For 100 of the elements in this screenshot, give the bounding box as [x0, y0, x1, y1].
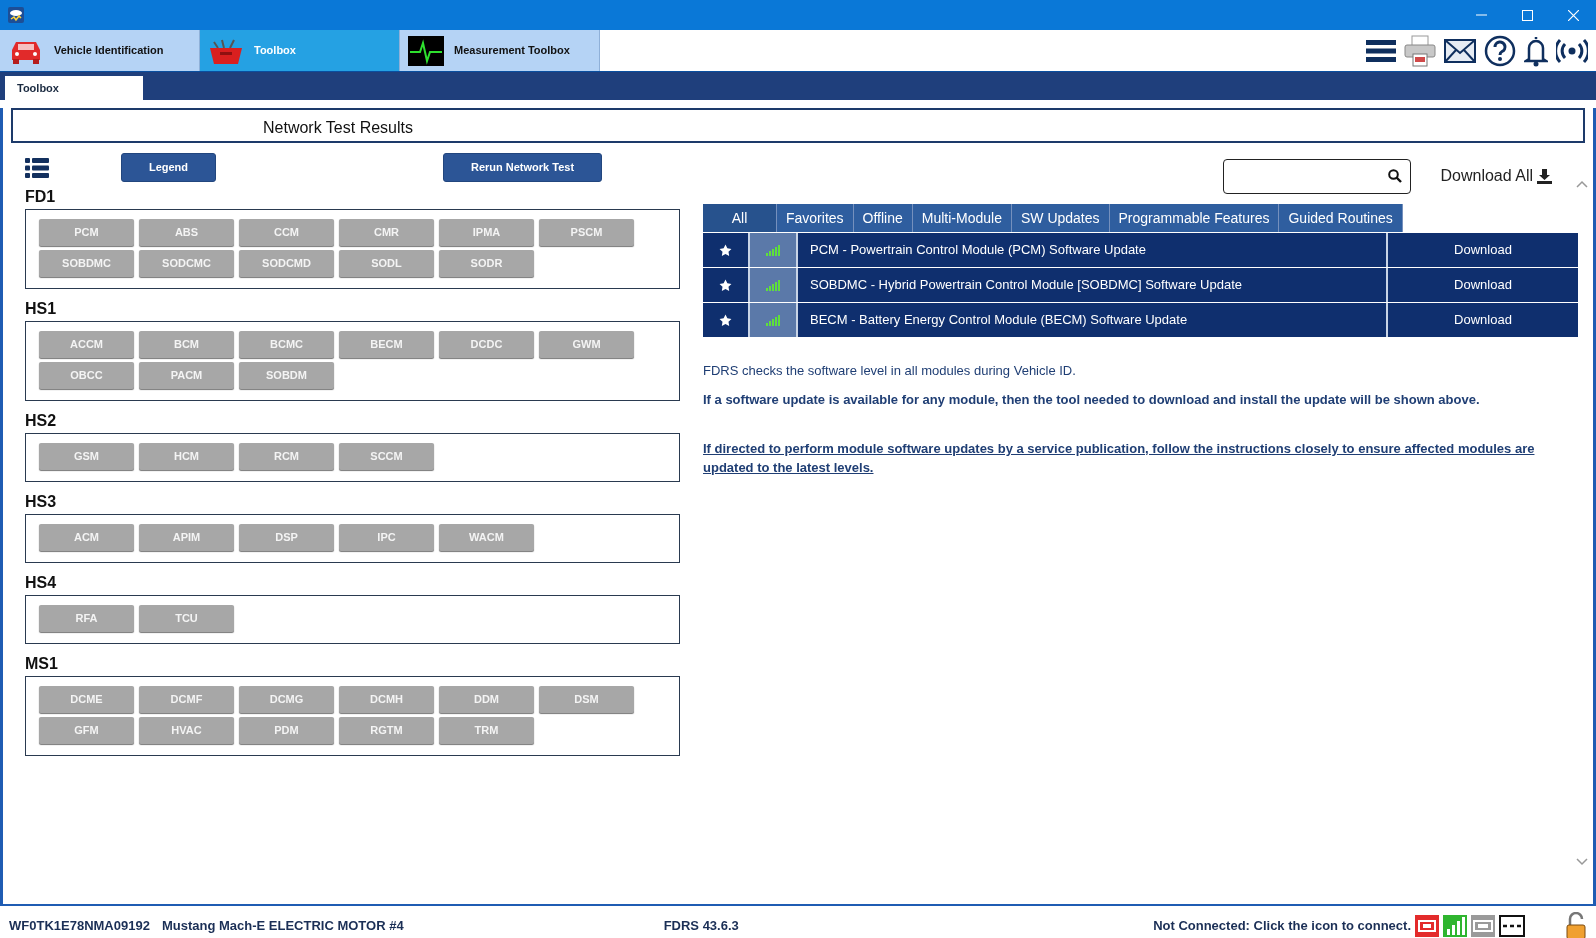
- scroll-down-icon[interactable]: [1576, 858, 1588, 866]
- sub-tab[interactable]: Toolbox: [5, 76, 143, 100]
- download-button[interactable]: Download: [1388, 268, 1578, 302]
- app-tab[interactable]: Toolbox: [200, 30, 400, 71]
- module-button[interactable]: SOBDMC: [39, 250, 134, 277]
- module-button[interactable]: SOBDM: [239, 362, 334, 389]
- update-title: BECM - Battery Energy Control Module (BECM) Software Update: [798, 303, 1388, 337]
- module-button[interactable]: IPC: [339, 524, 434, 551]
- module-button[interactable]: RCM: [239, 443, 334, 470]
- module-button[interactable]: PSCM: [539, 219, 634, 246]
- legend-button[interactable]: Legend: [121, 153, 216, 182]
- module-button[interactable]: DSP: [239, 524, 334, 551]
- mail-icon[interactable]: [1444, 38, 1476, 63]
- signal-icon: [766, 279, 780, 291]
- signal-icon: [766, 314, 780, 326]
- module-button[interactable]: APIM: [139, 524, 234, 551]
- module-button[interactable]: ACM: [39, 524, 134, 551]
- scroll-up-icon[interactable]: [1576, 180, 1588, 188]
- module-button[interactable]: HVAC: [139, 717, 234, 744]
- module-button[interactable]: SODL: [339, 250, 434, 277]
- app-tab[interactable]: Measurement Toolbox: [400, 30, 600, 71]
- download-icon: [1537, 168, 1552, 184]
- printer-icon[interactable]: [1404, 34, 1436, 67]
- version-text: FDRS 43.6.3: [663, 917, 739, 936]
- search-icon: [1387, 169, 1402, 183]
- panel-title: Network Test Results: [11, 108, 1585, 143]
- network-label: FD1: [25, 188, 57, 206]
- module-button[interactable]: RGTM: [339, 717, 434, 744]
- module-button[interactable]: CMR: [339, 219, 434, 246]
- network-label: HS2: [25, 412, 58, 430]
- vehicle-text: Mustang Mach-E ELECTRIC MOTOR #4: [161, 917, 404, 936]
- connector-icon[interactable]: [1415, 915, 1439, 937]
- padlock-icon[interactable]: [1565, 912, 1587, 938]
- app-tab[interactable]: Vehicle Identification: [0, 30, 200, 71]
- module-button[interactable]: OBCC: [39, 362, 134, 389]
- download-button[interactable]: Download: [1388, 233, 1578, 267]
- module-button[interactable]: PACM: [139, 362, 234, 389]
- module-button[interactable]: DSM: [539, 686, 634, 713]
- bell-icon[interactable]: [1524, 34, 1548, 67]
- module-button[interactable]: DCME: [39, 686, 134, 713]
- module-button[interactable]: GFM: [39, 717, 134, 744]
- signal-icon: [766, 244, 780, 256]
- help-icon[interactable]: [1484, 34, 1516, 67]
- module-button[interactable]: ACCM: [39, 331, 134, 358]
- dashes-icon[interactable]: [1499, 915, 1525, 937]
- network-label: HS3: [25, 493, 58, 511]
- filter-tab[interactable]: Guided Routines: [1279, 204, 1403, 232]
- module-button[interactable]: SODCMC: [139, 250, 234, 277]
- vin-text: WF0TK1E78NMA09192: [9, 917, 150, 936]
- module-button[interactable]: PCM: [39, 219, 134, 246]
- menu-icon[interactable]: [1366, 39, 1396, 62]
- download-all-button[interactable]: Download All: [1434, 163, 1558, 189]
- network-label: HS1: [25, 300, 58, 318]
- module-button[interactable]: HCM: [139, 443, 234, 470]
- app-logo-icon: [8, 7, 24, 23]
- module-button[interactable]: BCMC: [239, 331, 334, 358]
- star-icon[interactable]: [719, 278, 732, 292]
- filter-tab[interactable]: Favorites: [777, 204, 854, 232]
- download-button[interactable]: Download: [1388, 303, 1578, 337]
- star-icon[interactable]: [719, 313, 732, 327]
- waveform-icon: [408, 35, 444, 66]
- module-button[interactable]: IPMA: [439, 219, 534, 246]
- network-label: HS4: [25, 574, 58, 592]
- broadcast-icon[interactable]: [1556, 37, 1588, 64]
- connection-status-text[interactable]: Not Connected: Click the icon to connect.: [1153, 916, 1411, 936]
- module-button[interactable]: BECM: [339, 331, 434, 358]
- rerun-network-test-button[interactable]: Rerun Network Test: [443, 153, 602, 182]
- module-button[interactable]: GWM: [539, 331, 634, 358]
- module-button[interactable]: SCCM: [339, 443, 434, 470]
- info-text: If a software update is available for any module, then the tool needed to download and install the update will be shown above.: [703, 390, 1481, 409]
- module-button[interactable]: DCDC: [439, 331, 534, 358]
- module-button[interactable]: DCMF: [139, 686, 234, 713]
- module-button[interactable]: RFA: [39, 605, 134, 632]
- module-button[interactable]: TCU: [139, 605, 234, 632]
- filter-tab[interactable]: All: [703, 204, 777, 232]
- network-label: MS1: [25, 655, 59, 673]
- module-button[interactable]: SODR: [439, 250, 534, 277]
- list-view-icon[interactable]: [25, 157, 49, 178]
- module-button[interactable]: TRM: [439, 717, 534, 744]
- star-icon[interactable]: [719, 243, 732, 257]
- module-button[interactable]: DCMH: [339, 686, 434, 713]
- module-button[interactable]: CCM: [239, 219, 334, 246]
- filter-tab[interactable]: SW Updates: [1011, 204, 1110, 232]
- filter-tab[interactable]: Programmable Features: [1109, 204, 1280, 232]
- filter-tab[interactable]: Multi-Module: [912, 204, 1012, 232]
- signal-bars-icon[interactable]: [1443, 915, 1467, 937]
- module-button[interactable]: WACM: [439, 524, 534, 551]
- module-button[interactable]: GSM: [39, 443, 134, 470]
- module-button[interactable]: DCMG: [239, 686, 334, 713]
- info-text: FDRS checks the software level in all modules during Vehicle ID.: [703, 362, 1077, 380]
- module-button[interactable]: ABS: [139, 219, 234, 246]
- close-button[interactable]: [1567, 9, 1579, 21]
- info-link[interactable]: If directed to perform module software updates by a service publication, follow the instructions closely to ensure affected modules are updated to the latest levels.: [703, 439, 1578, 477]
- maximize-button[interactable]: [1521, 9, 1533, 21]
- module-button[interactable]: PDM: [239, 717, 334, 744]
- module-button[interactable]: BCM: [139, 331, 234, 358]
- module-button[interactable]: SODCMD: [239, 250, 334, 277]
- search-field[interactable]: [1222, 158, 1411, 194]
- module-button[interactable]: DDM: [439, 686, 534, 713]
- filter-tab[interactable]: Offline: [853, 204, 913, 232]
